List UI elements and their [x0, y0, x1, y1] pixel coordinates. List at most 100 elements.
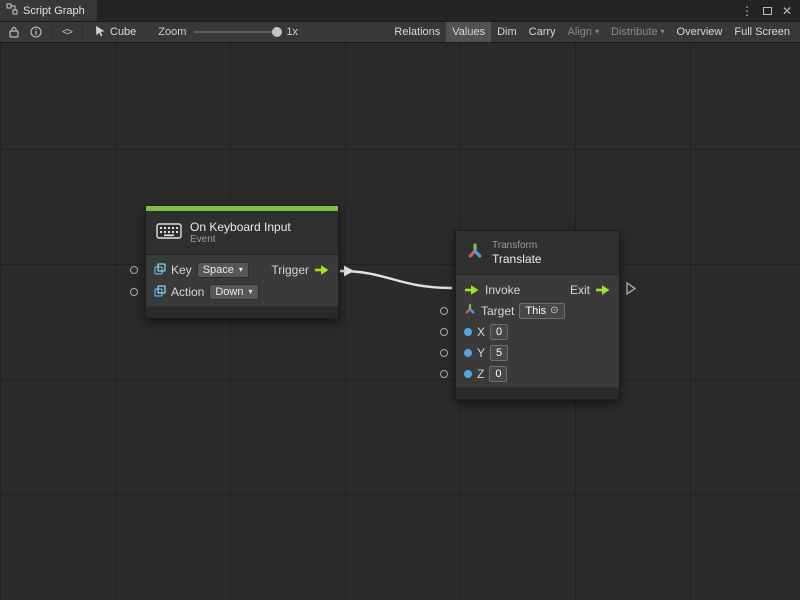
window-tab-bar: Script Graph ⋮ ✕	[0, 0, 800, 22]
tab-script-graph[interactable]: Script Graph	[0, 0, 97, 21]
code-icon[interactable]: <>	[57, 22, 77, 42]
float-type-icon	[464, 349, 472, 357]
transform-icon	[466, 242, 484, 263]
key-label: Key	[171, 263, 192, 277]
node-title: On Keyboard Input	[190, 220, 291, 234]
z-value: 0	[495, 368, 501, 380]
trigger-to-invoke-wire[interactable]	[340, 271, 452, 288]
key-dropdown[interactable]: Space ▾	[197, 262, 249, 278]
values-label: Values	[452, 26, 485, 38]
node-footer	[146, 306, 338, 318]
node-footer	[456, 387, 619, 399]
distribute-label: Distribute	[611, 26, 657, 38]
lock-icon[interactable]	[4, 22, 24, 42]
relations-label: Relations	[394, 26, 440, 38]
object-picker-icon[interactable]: ⊙	[550, 305, 558, 316]
target-label: Target	[481, 304, 514, 318]
tab-title: Script Graph	[23, 5, 85, 17]
overview-button[interactable]: Overview	[671, 22, 729, 42]
relations-button[interactable]: Relations	[388, 22, 446, 42]
transform-mini-icon	[464, 303, 476, 318]
node-subtitle: Event	[190, 234, 291, 246]
wire-layer	[0, 43, 800, 600]
align-button[interactable]: Align▾	[562, 22, 605, 42]
distribute-button[interactable]: Distribute ▾	[605, 22, 670, 42]
trigger-output-port[interactable]	[314, 264, 330, 276]
zoom-slider-handle[interactable]	[272, 27, 282, 37]
y-field[interactable]: 5	[490, 345, 508, 361]
info-icon[interactable]	[26, 22, 46, 42]
invoke-label: Invoke	[485, 283, 520, 297]
trigger-label: Trigger	[271, 263, 309, 277]
x-label: X	[477, 325, 485, 339]
target-value: This	[525, 305, 546, 317]
graph-object[interactable]: Cube	[88, 25, 142, 40]
caret-down-icon: ▾	[595, 28, 599, 36]
caret-down-icon: ▾	[661, 28, 665, 36]
invoke-input-port[interactable]	[464, 284, 480, 296]
node-header[interactable]: On Keyboard Input Event	[146, 211, 338, 255]
action-dropdown-value: Down	[215, 286, 243, 298]
action-label: Action	[171, 285, 204, 299]
script-graph-icon	[6, 3, 18, 18]
key-dropdown-value: Space	[203, 264, 234, 276]
values-button[interactable]: Values	[446, 22, 491, 42]
action-dropdown[interactable]: Down ▾	[209, 284, 258, 300]
exit-continue-arrow-icon[interactable]	[627, 283, 635, 294]
fullscreen-button[interactable]: Full Screen	[728, 22, 796, 42]
node-on-keyboard-input[interactable]: On Keyboard Input Event Key Space ▾	[145, 205, 339, 319]
zoom-value: 1x	[286, 26, 298, 38]
invoke-row: Invoke Exit	[456, 279, 619, 300]
caret-down-icon: ▾	[239, 266, 243, 274]
carry-button[interactable]: Carry	[523, 22, 562, 42]
window-maximize-icon[interactable]	[763, 5, 772, 17]
carry-label: Carry	[529, 26, 556, 38]
key-input-port[interactable]	[130, 266, 138, 274]
dim-button[interactable]: Dim	[491, 22, 523, 42]
float-type-icon	[464, 328, 472, 336]
enum-type-icon	[154, 285, 166, 300]
graph-toolbar: <> Cube Zoom 1x Relations Values Dim Car…	[0, 22, 800, 43]
overview-label: Overview	[677, 26, 723, 38]
target-row: Target This ⊙	[456, 300, 619, 321]
node-header[interactable]: Transform Translate	[456, 231, 619, 275]
tab-bar-spacer	[97, 0, 741, 21]
z-row: Z 0	[456, 363, 619, 384]
z-input-port[interactable]	[440, 370, 448, 378]
window-menu-icon[interactable]: ⋮	[741, 5, 753, 17]
align-label: Align	[568, 26, 592, 38]
enum-type-icon	[154, 263, 166, 278]
y-value: 5	[496, 347, 502, 359]
x-row: X 0	[456, 321, 619, 342]
z-label: Z	[477, 367, 484, 381]
toolbar-separator	[51, 25, 52, 39]
node-group: Transform	[492, 240, 542, 252]
action-input-port[interactable]	[130, 288, 138, 296]
exit-output-port[interactable]	[595, 284, 611, 296]
zoom-slider[interactable]	[194, 31, 278, 33]
y-input-port[interactable]	[440, 349, 448, 357]
dim-label: Dim	[497, 26, 517, 38]
node-title: Translate	[492, 252, 542, 266]
cursor-icon	[94, 25, 106, 40]
zoom-label: Zoom	[158, 26, 186, 38]
key-row: Key Space ▾ Trigger	[146, 259, 338, 281]
y-row: Y 5	[456, 342, 619, 363]
target-field[interactable]: This ⊙	[519, 303, 564, 319]
float-type-icon	[464, 370, 472, 378]
caret-down-icon: ▾	[248, 288, 252, 296]
wire-arrowhead-icon	[344, 266, 354, 277]
node-translate[interactable]: Transform Translate Invoke Exit	[455, 230, 620, 400]
x-input-port[interactable]	[440, 328, 448, 336]
x-value: 0	[496, 326, 502, 338]
exit-label: Exit	[570, 283, 590, 297]
window-close-icon[interactable]: ✕	[782, 5, 792, 17]
z-field[interactable]: 0	[489, 366, 507, 382]
fullscreen-label: Full Screen	[734, 26, 790, 38]
toolbar-separator	[82, 25, 83, 39]
keyboard-icon	[156, 222, 182, 243]
graph-canvas[interactable]: On Keyboard Input Event Key Space ▾	[0, 43, 800, 600]
x-field[interactable]: 0	[490, 324, 508, 340]
y-label: Y	[477, 346, 485, 360]
target-input-port[interactable]	[440, 307, 448, 315]
